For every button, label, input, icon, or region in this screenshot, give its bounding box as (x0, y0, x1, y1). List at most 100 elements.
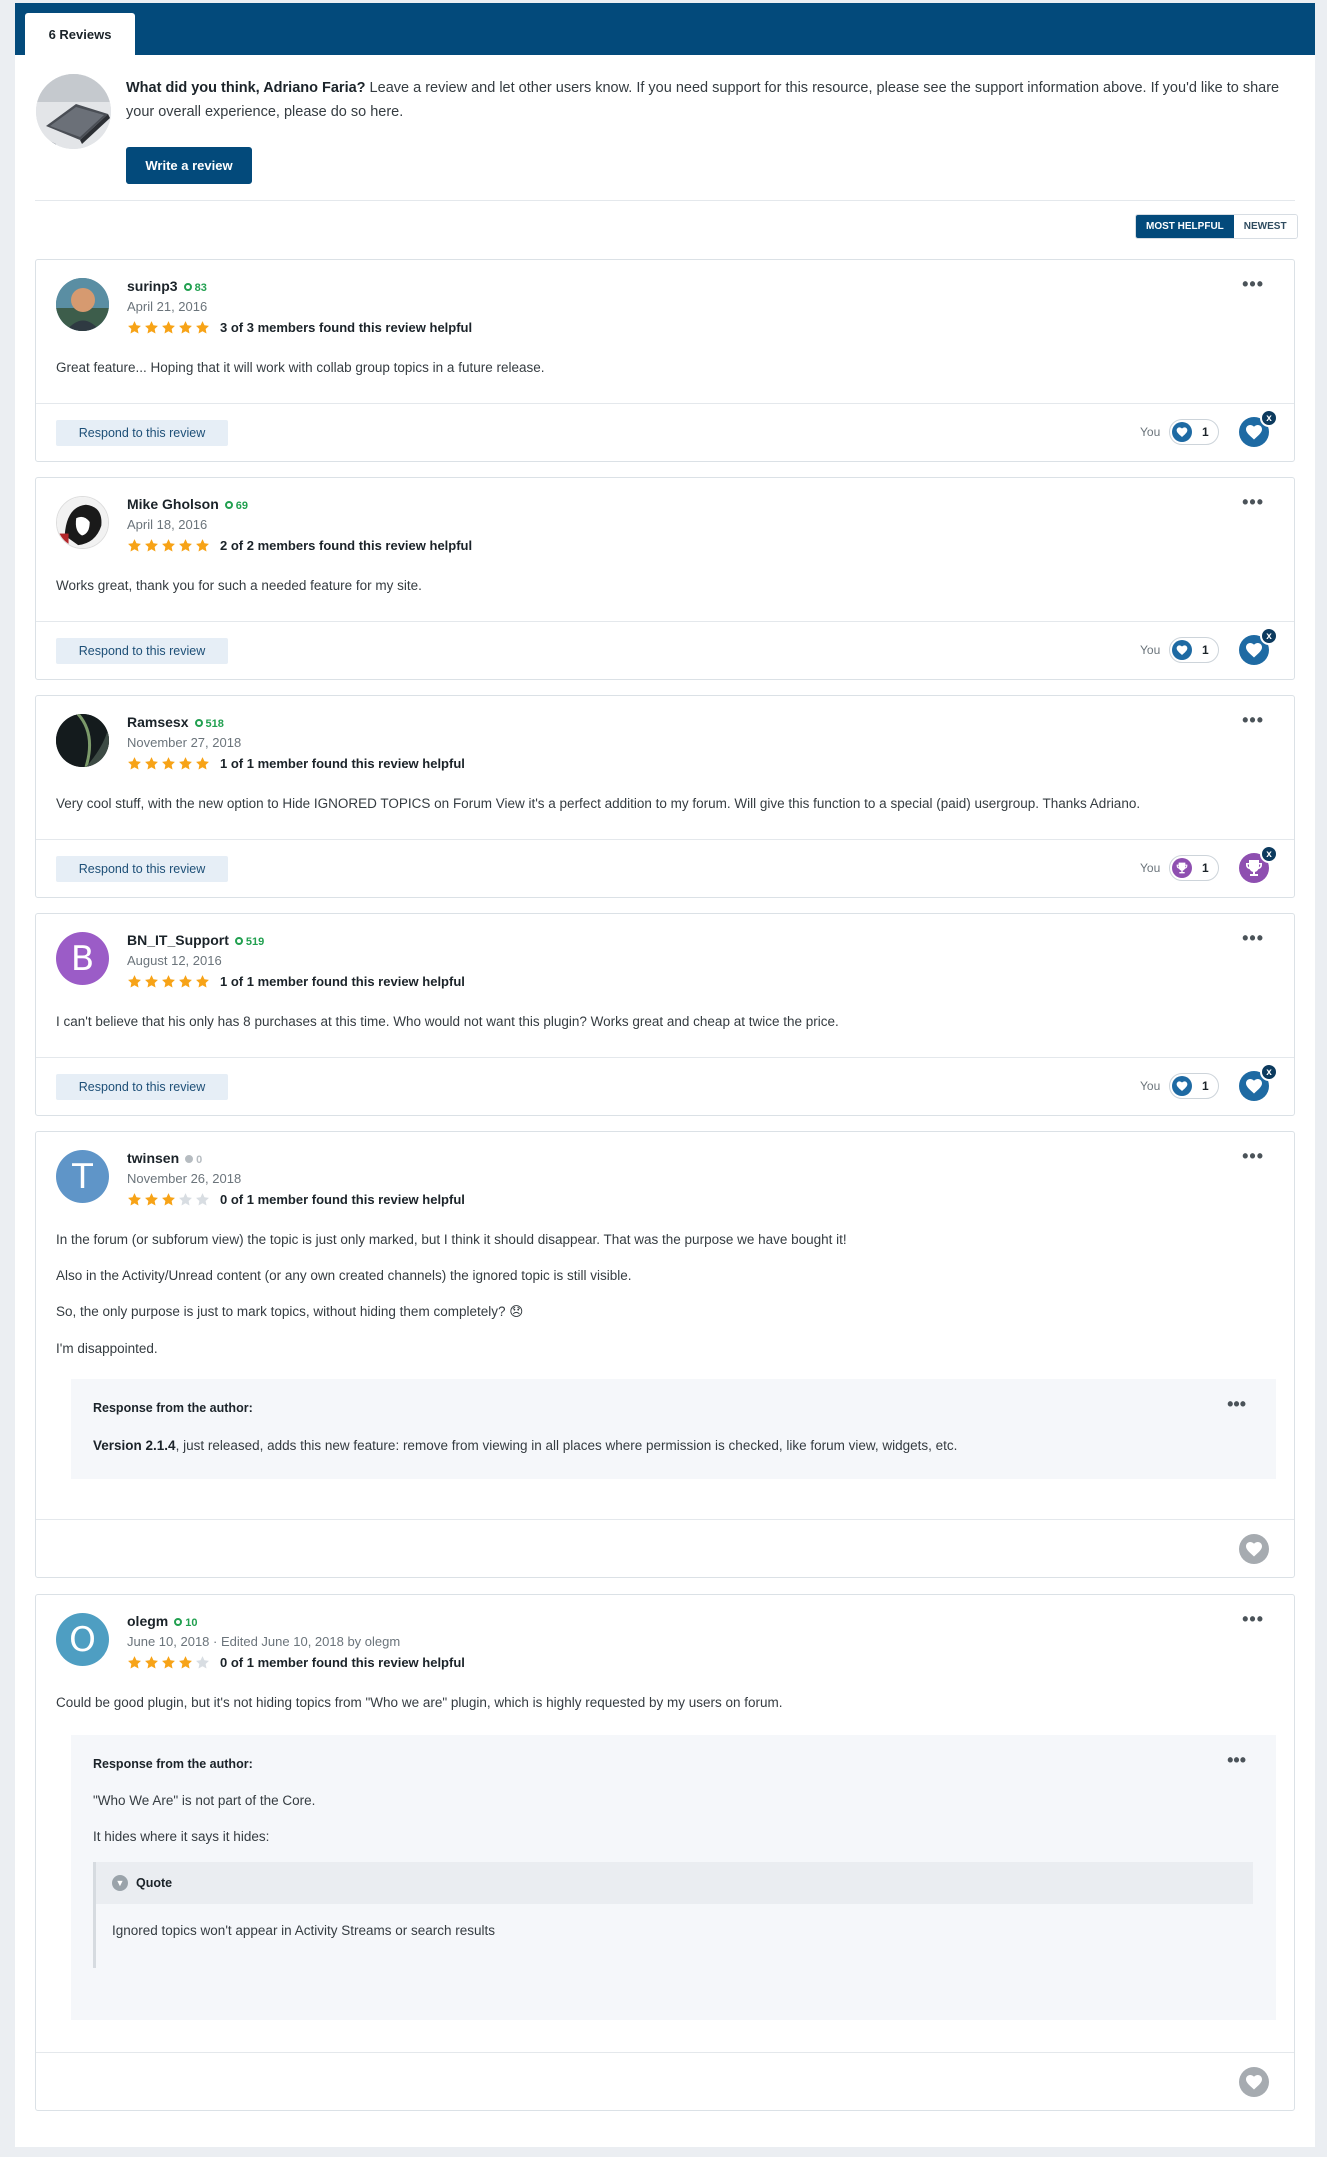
reputation-badge: 518 (194, 718, 224, 730)
response-menu-button[interactable]: ••• (1227, 1750, 1246, 1771)
reviewer-name-text[interactable]: BN_IT_Support (127, 932, 229, 948)
review-card: T twinsen 0 November 26, 2018 0 of 1 memb… (35, 1131, 1295, 1578)
reputation-badge: 519 (234, 936, 265, 948)
star-icon (161, 320, 176, 335)
quote-header[interactable]: ▼ Quote (96, 1862, 1253, 1904)
respond-button[interactable]: Respond to this review (56, 856, 228, 882)
remove-reaction-button[interactable]: x (1260, 845, 1278, 863)
reaction-count: 1 (1202, 425, 1209, 439)
reputation-value: 519 (245, 936, 265, 948)
reaction-count-pill[interactable]: 1 (1169, 855, 1219, 881)
star-icon (127, 756, 142, 771)
respond-button[interactable]: Respond to this review (56, 420, 228, 446)
review-card: Mike Gholson 69 April 18, 2016 2 of 2 mem… (35, 477, 1295, 680)
review-menu-button[interactable]: ••• (1242, 928, 1264, 949)
response-version: Version 2.1.4 (93, 1438, 176, 1453)
reviewer-name[interactable]: olegm 10 (127, 1613, 197, 1629)
avatar: O (56, 1613, 109, 1666)
quote-text: Ignored topics won't appear in Activity … (112, 1923, 496, 1938)
sort-newest[interactable]: Newest (1233, 215, 1297, 238)
remove-reaction-button[interactable]: x (1260, 409, 1278, 427)
review-paragraph: I'm disappointed. (56, 1341, 158, 1356)
review-date: April 18, 2016 (127, 517, 208, 532)
avatar-initial: O (69, 1619, 96, 1660)
review-paragraph: So, the only purpose is just to mark top… (56, 1304, 524, 1319)
heart-icon (1172, 640, 1192, 660)
response-body: , just released, adds this new feature: … (175, 1438, 958, 1453)
review-card: B BN_IT_Support 519 August 12, 2016 1 of … (35, 913, 1295, 1116)
reviewer-name[interactable]: Ramsesx 518 (127, 714, 224, 730)
reputation-badge: 0 (185, 1154, 202, 1166)
reaction-count-pill[interactable]: 1 (1169, 419, 1219, 445)
heart-react-icon[interactable] (1239, 2067, 1269, 2097)
remove-reaction-button[interactable]: x (1260, 1063, 1278, 1081)
review-menu-button[interactable]: ••• (1242, 274, 1264, 295)
avatar (56, 496, 109, 549)
star-icon (127, 974, 142, 989)
heart-react-icon[interactable] (1239, 1534, 1269, 1564)
avatar-initial: T (72, 1156, 93, 1197)
write-review-button[interactable]: Write a review (126, 147, 252, 184)
tab-reviews[interactable]: 6 Reviews (25, 13, 135, 55)
star-icon (178, 974, 193, 989)
review-menu-button[interactable]: ••• (1242, 1609, 1264, 1630)
review-card: O olegm 10 June 10, 2018 · Edited June 10… (35, 1594, 1295, 2111)
intro-divider (35, 200, 1295, 201)
star-icon (195, 538, 210, 553)
reaction-count: 1 (1202, 861, 1209, 875)
reputation-value: 518 (205, 718, 224, 730)
star-icon (161, 974, 176, 989)
review-menu-button[interactable]: ••• (1242, 492, 1264, 513)
review-text: Could be good plugin, but it's not hidin… (56, 1695, 783, 1710)
star-icon (161, 538, 176, 553)
reviewer-name-text[interactable]: twinsen (127, 1150, 179, 1166)
reviewer-name-text[interactable]: surinp3 (127, 278, 178, 294)
quote-block: ▼ Quote Ignored topics won't appear in Ac… (93, 1862, 1253, 1968)
response-paragraph: "Who We Are" is not part of the Core. (93, 1793, 316, 1808)
review-menu-button[interactable]: ••• (1242, 710, 1264, 731)
reaction-you-label: You (1140, 1079, 1161, 1093)
remove-reaction-button[interactable]: x (1260, 627, 1278, 645)
reputation-value: 0 (196, 1154, 203, 1166)
reviewer-name-text[interactable]: olegm (127, 1613, 168, 1629)
heart-icon (1172, 422, 1192, 442)
reviewer-name-text[interactable]: Ramsesx (127, 714, 189, 730)
reputation-badge: 10 (174, 1617, 197, 1629)
respond-button[interactable]: Respond to this review (56, 638, 228, 664)
avatar (56, 714, 109, 767)
review-date: June 10, 2018 · Edited June 10, 2018 by … (127, 1634, 401, 1649)
review-menu-button[interactable]: ••• (1242, 1146, 1264, 1167)
reaction-count: 1 (1202, 643, 1209, 657)
star-icon (161, 1192, 176, 1207)
star-icon (144, 974, 159, 989)
reaction-count-pill[interactable]: 1 (1169, 637, 1219, 663)
reviewer-name[interactable]: BN_IT_Support 519 (127, 932, 264, 948)
chevron-down-icon[interactable]: ▼ (112, 1875, 128, 1891)
respond-button[interactable]: Respond to this review (56, 1074, 228, 1100)
reviewer-name[interactable]: twinsen 0 (127, 1150, 202, 1166)
reviews-panel: 6 Reviews What did you think, Adriano Fa… (15, 3, 1315, 2147)
star-icon (178, 756, 193, 771)
reaction-you-label: You (1140, 861, 1161, 875)
reviewer-name[interactable]: Mike Gholson 69 (127, 496, 248, 512)
reputation-value: 10 (185, 1617, 198, 1629)
star-empty-icon (195, 1655, 210, 1670)
sort-most-helpful[interactable]: Most Helpful (1136, 215, 1234, 238)
star-icon (161, 756, 176, 771)
star-icon (195, 756, 210, 771)
reviewer-name-text[interactable]: Mike Gholson (127, 496, 219, 512)
reaction-count-pill[interactable]: 1 (1169, 1073, 1219, 1099)
sort-control: Most Helpful Newest (1135, 214, 1298, 239)
review-date: November 27, 2018 (127, 735, 242, 750)
rating: 3 of 3 members found this review helpful (127, 318, 472, 336)
review-date: April 21, 2016 (127, 299, 208, 314)
response-menu-button[interactable]: ••• (1227, 1394, 1246, 1415)
avatar-initial: B (70, 938, 95, 979)
rating: 0 of 1 member found this review helpful (127, 1190, 465, 1208)
rating: 0 of 1 member found this review helpful (127, 1653, 465, 1671)
reaction-you-label: You (1140, 425, 1161, 439)
response-paragraph: It hides where it says it hides: (93, 1829, 270, 1844)
review-text: Great feature... Hoping that it will wor… (56, 360, 545, 375)
reviewer-name[interactable]: surinp3 83 (127, 278, 207, 294)
helpful-count: 0 of 1 member found this review helpful (220, 1191, 465, 1207)
